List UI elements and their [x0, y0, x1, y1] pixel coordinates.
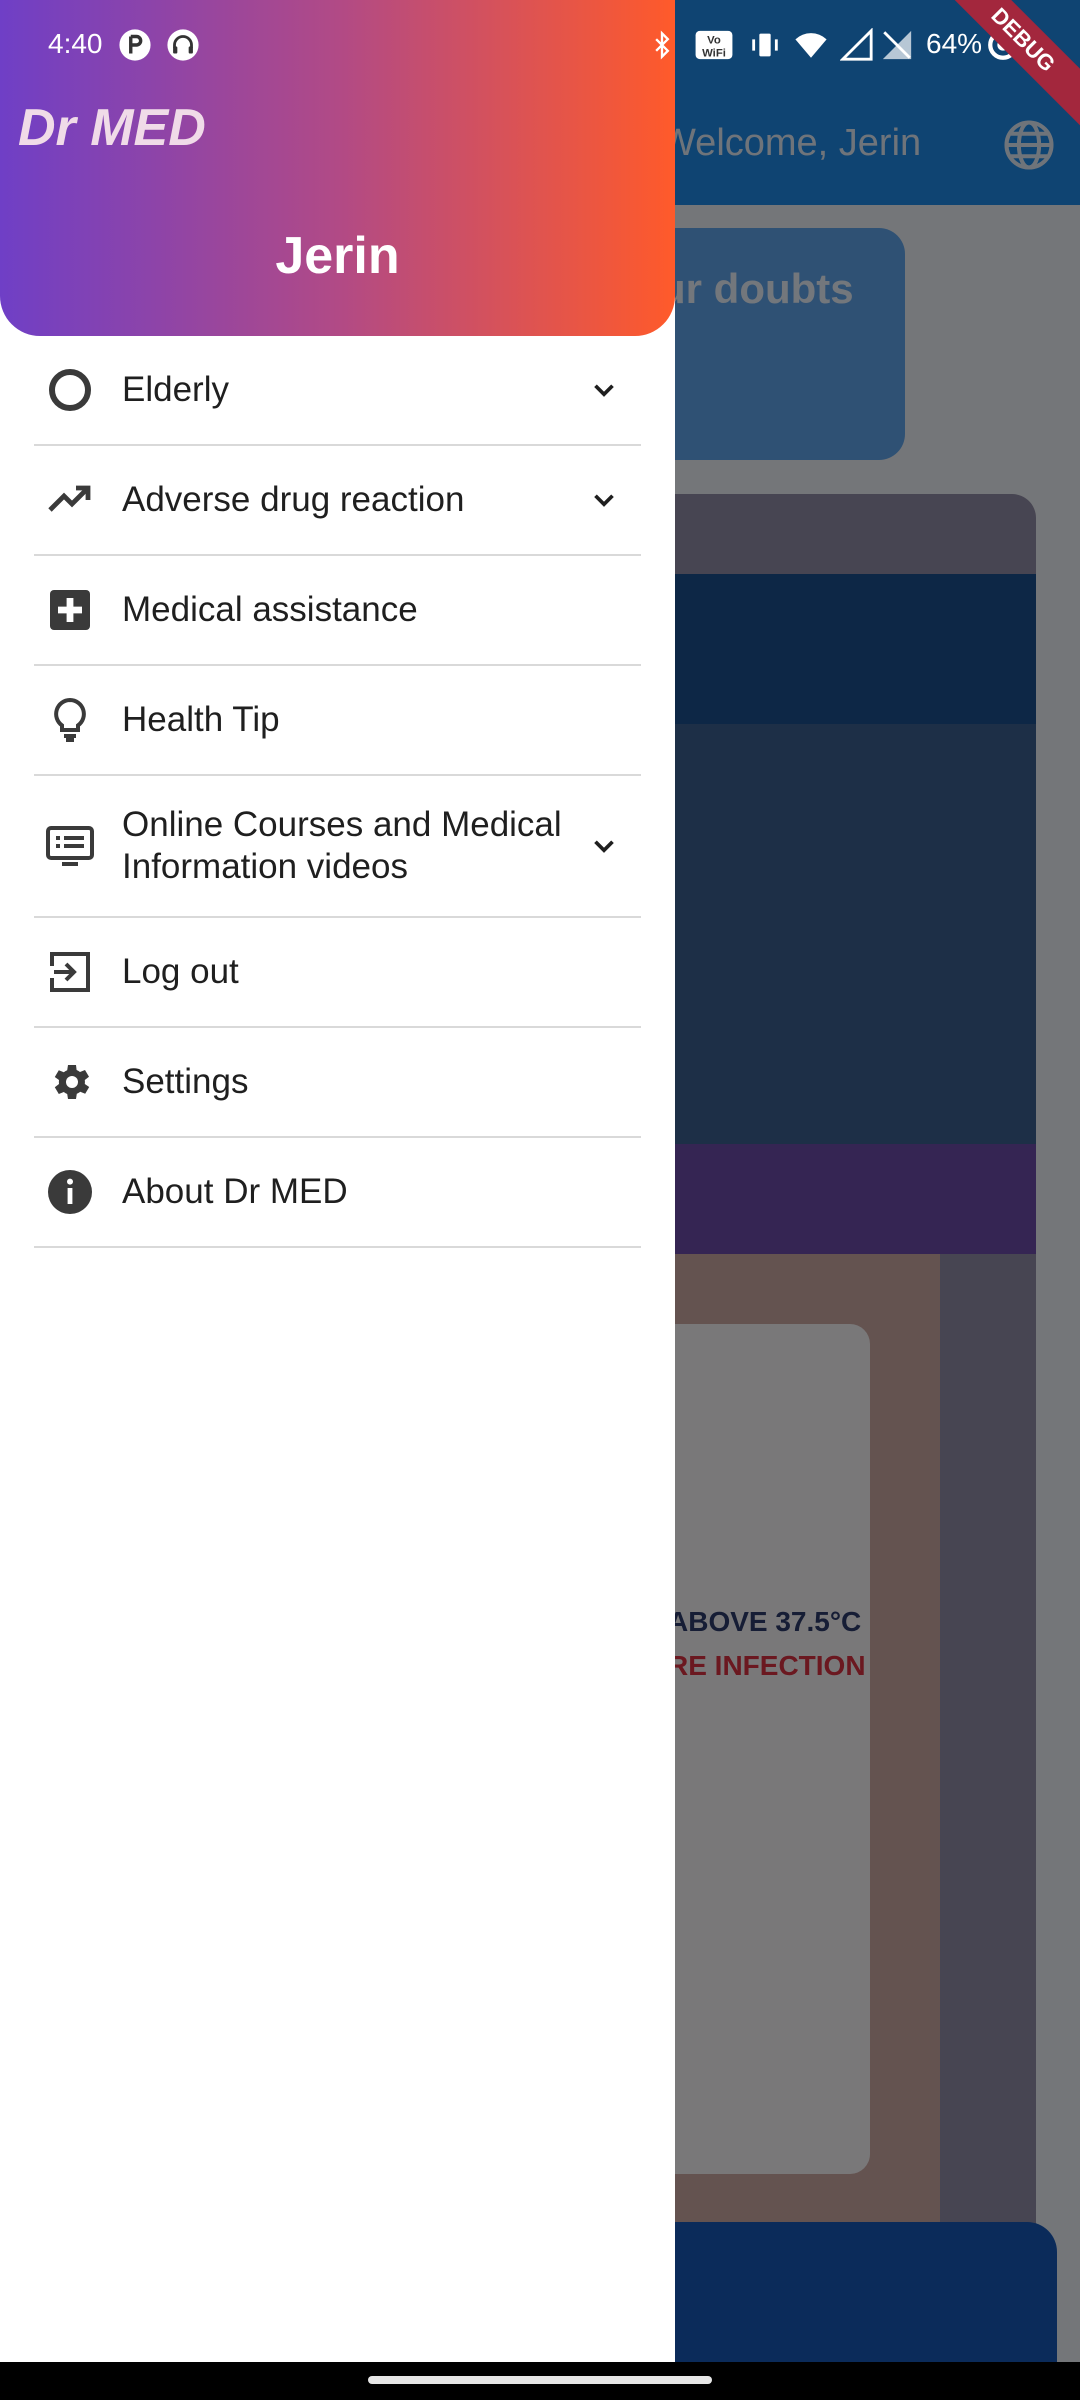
- svg-text:Vo: Vo: [707, 35, 721, 47]
- headset-icon: [166, 28, 200, 62]
- medical-cross-icon: [44, 584, 96, 636]
- menu-item-health-tip[interactable]: Health Tip: [34, 666, 641, 776]
- status-time: 4:40: [48, 28, 103, 59]
- chevron-down-icon[interactable]: [587, 373, 621, 407]
- menu-item-elderly[interactable]: Elderly: [34, 336, 641, 446]
- lightbulb-icon: [44, 694, 96, 746]
- menu-item-label: About Dr MED: [122, 1172, 348, 1211]
- status-bar: 4:40 Vo WiFi 64%: [0, 0, 1080, 90]
- gear-icon: [44, 1056, 96, 1108]
- menu-item-settings[interactable]: Settings: [34, 1028, 641, 1138]
- menu-item-label: Elderly: [122, 370, 229, 409]
- circle-outline-icon: [44, 364, 96, 416]
- menu-item-medical-assistance[interactable]: Medical assistance: [34, 556, 641, 666]
- menu-item-online-courses[interactable]: Online Courses and Medical Information v…: [34, 776, 641, 918]
- svg-text:WiFi: WiFi: [702, 47, 726, 59]
- navigation-drawer: Dr MED Jerin Elderly Adverse drug reacti…: [0, 0, 675, 2362]
- chevron-down-icon[interactable]: [587, 829, 621, 863]
- menu-item-label: Medical assistance: [122, 590, 418, 629]
- menu-item-label: Health Tip: [122, 700, 280, 739]
- menu-item-label: Adverse drug reaction: [122, 480, 465, 519]
- vowifi-icon: Vo WiFi: [694, 28, 734, 62]
- user-name: Jerin: [275, 227, 400, 285]
- gesture-handle[interactable]: [368, 2376, 712, 2384]
- menu-item-label: Online Courses and Medical Information v…: [122, 805, 562, 886]
- bluetooth-icon: [648, 28, 676, 62]
- logout-icon: [44, 946, 96, 998]
- menu-item-label: Settings: [122, 1062, 249, 1101]
- chevron-down-icon[interactable]: [587, 483, 621, 517]
- vibrate-icon: [748, 28, 782, 62]
- app-brand: Dr MED: [18, 99, 206, 157]
- wifi-icon: [792, 28, 830, 62]
- battery-percentage: 64%: [926, 28, 983, 59]
- drawer-menu: Elderly Adverse drug reaction Medical as…: [34, 336, 641, 1248]
- menu-item-about[interactable]: About Dr MED: [34, 1138, 641, 1248]
- video-list-icon: [44, 820, 96, 872]
- menu-item-adverse-drug-reaction[interactable]: Adverse drug reaction: [34, 446, 641, 556]
- menu-item-label: Log out: [122, 952, 239, 991]
- app-notification-icon: [118, 28, 152, 62]
- trending-up-icon: [44, 474, 96, 526]
- signal-icon: [840, 28, 874, 62]
- system-nav-bar: [0, 2362, 1080, 2400]
- menu-item-log-out[interactable]: Log out: [34, 918, 641, 1028]
- info-icon: [44, 1166, 96, 1218]
- no-sim-icon: [880, 28, 914, 62]
